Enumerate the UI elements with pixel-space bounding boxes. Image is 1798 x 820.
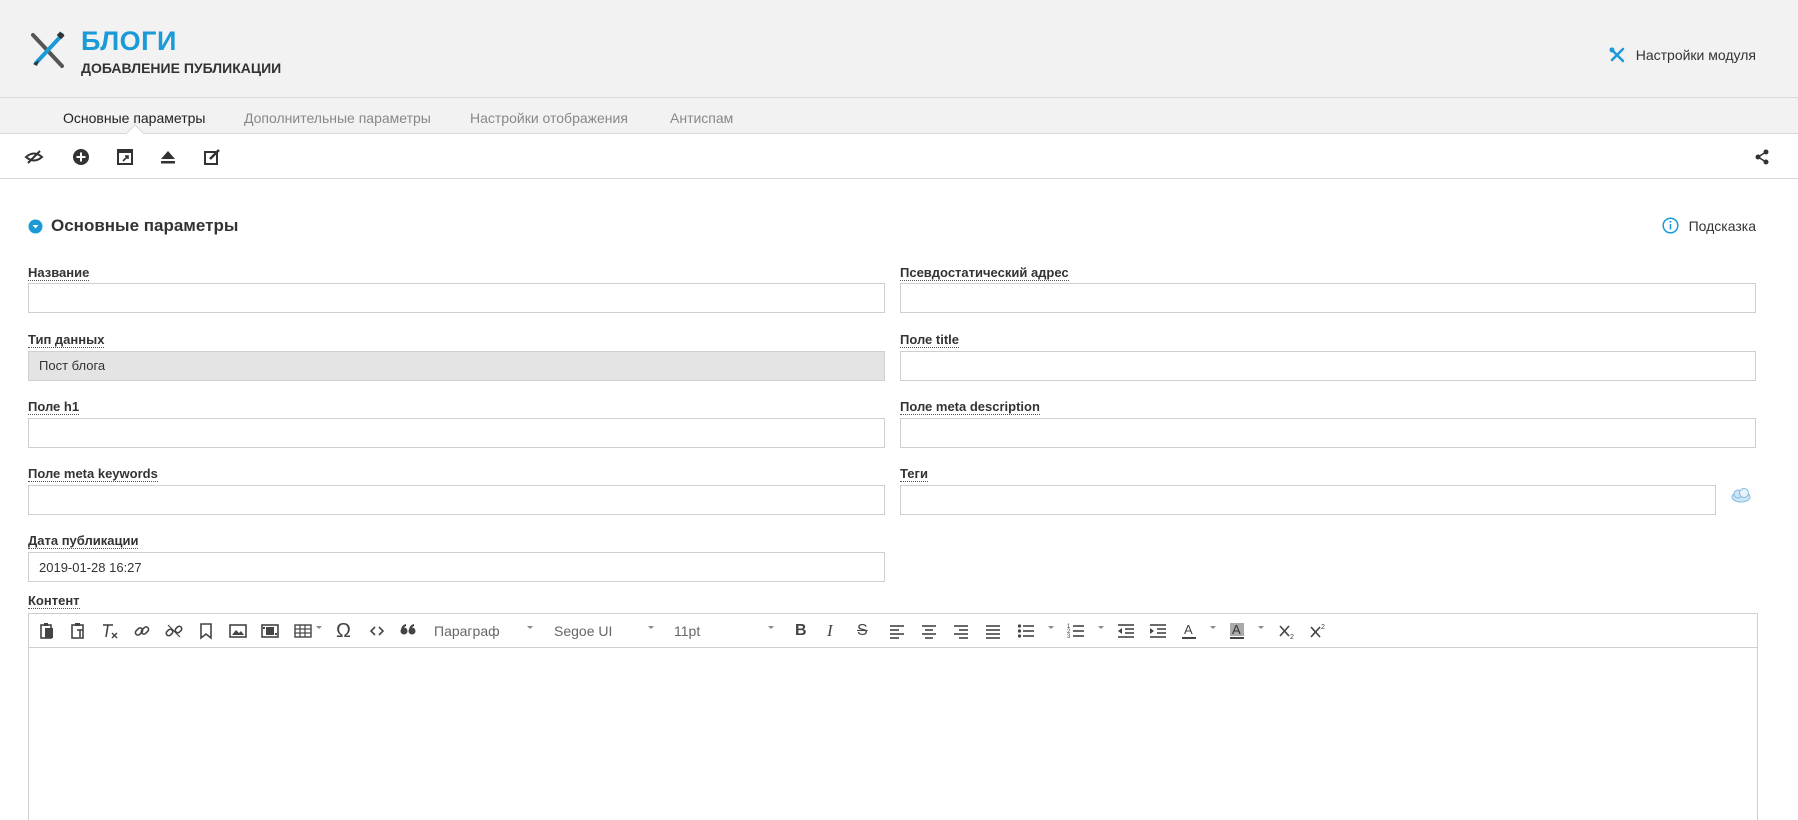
meta-description-input[interactable] xyxy=(900,418,1756,448)
open-window-icon[interactable] xyxy=(115,147,135,167)
subscript-icon[interactable]: 2 xyxy=(1279,622,1297,640)
superscript-icon[interactable]: 2 xyxy=(1310,622,1328,640)
module-settings-label: Настройки модуля xyxy=(1635,47,1756,63)
pub-date-label: Дата публикации xyxy=(28,533,139,549)
font-dropdown[interactable]: Segoe UI xyxy=(554,622,612,640)
content-label: Контент xyxy=(28,593,80,609)
size-dropdown[interactable]: 11pt xyxy=(674,622,700,640)
background-color-icon[interactable]: A xyxy=(1229,622,1245,640)
action-toolbar xyxy=(0,135,1798,179)
page-title: БЛОГИ xyxy=(81,26,177,56)
svg-text:A: A xyxy=(1184,622,1193,637)
numbered-list-icon[interactable]: 123 xyxy=(1067,622,1085,640)
paste-icon[interactable] xyxy=(39,622,55,640)
content-editor[interactable]: Ω Параграф Segoe UI 11pt B I S 123 A A 2… xyxy=(28,613,1758,820)
collapse-circle-icon[interactable] xyxy=(28,219,43,234)
align-left-icon[interactable] xyxy=(889,622,905,640)
data-type-field: Пост блога xyxy=(28,351,885,381)
meta-keywords-label: Поле meta keywords xyxy=(28,466,158,482)
eject-icon[interactable] xyxy=(158,147,178,167)
align-right-icon[interactable] xyxy=(953,622,969,640)
unlink-icon[interactable] xyxy=(165,622,183,640)
image-icon[interactable] xyxy=(229,622,247,640)
clear-format-icon[interactable] xyxy=(101,622,119,640)
outdent-icon[interactable] xyxy=(1117,622,1135,640)
format-dropdown[interactable]: Параграф xyxy=(434,622,500,640)
bullet-list-caret-icon[interactable] xyxy=(1047,623,1055,631)
bold-icon[interactable]: B xyxy=(795,622,807,640)
tab-extra-params[interactable]: Дополнительные параметры xyxy=(244,110,431,126)
text-color-caret-icon[interactable] xyxy=(1209,623,1217,631)
numbered-list-caret-icon[interactable] xyxy=(1097,623,1105,631)
special-char-icon[interactable]: Ω xyxy=(336,620,351,642)
pub-date-input[interactable] xyxy=(28,552,885,582)
svg-text:2: 2 xyxy=(1321,624,1325,631)
indent-icon[interactable] xyxy=(1149,622,1167,640)
table-dropdown-caret-icon[interactable] xyxy=(315,623,323,631)
share-icon[interactable] xyxy=(1752,147,1772,167)
background-color-caret-icon[interactable] xyxy=(1257,623,1265,631)
info-icon xyxy=(1662,217,1679,234)
tags-label: Теги xyxy=(900,466,928,482)
format-dropdown-caret-icon[interactable] xyxy=(526,623,534,631)
editor-toolbar: Ω Параграф Segoe UI 11pt B I S 123 A A 2… xyxy=(29,614,1757,648)
meta-keywords-input[interactable] xyxy=(28,485,885,515)
page-subtitle: ДОБАВЛЕНИЕ ПУБЛИКАЦИИ xyxy=(81,60,282,76)
font-dropdown-caret-icon[interactable] xyxy=(647,623,655,631)
paste-text-icon[interactable] xyxy=(70,622,86,640)
meta-description-label: Поле meta description xyxy=(900,399,1040,415)
code-icon[interactable] xyxy=(369,622,385,640)
italic-icon[interactable]: I xyxy=(827,621,833,640)
tags-input[interactable] xyxy=(900,485,1716,515)
section-header[interactable]: Основные параметры xyxy=(28,216,238,236)
svg-text:3: 3 xyxy=(1067,634,1071,640)
tab-antispam[interactable]: Антиспам xyxy=(670,110,733,126)
title-field-label: Поле title xyxy=(900,332,960,348)
section-title: Основные параметры xyxy=(51,216,239,235)
bookmark-icon[interactable] xyxy=(199,622,213,640)
size-dropdown-caret-icon[interactable] xyxy=(767,623,775,631)
hide-icon[interactable] xyxy=(24,147,44,167)
svg-text:2: 2 xyxy=(1290,634,1294,640)
tab-display-settings[interactable]: Настройки отображения xyxy=(470,110,628,126)
name-input[interactable] xyxy=(28,283,885,313)
tag-cloud-icon[interactable] xyxy=(1730,486,1752,504)
tools-icon xyxy=(1609,47,1624,63)
link-icon[interactable] xyxy=(133,622,151,640)
pseudo-address-label: Псевдостатический адрес xyxy=(900,265,1069,281)
h1-input[interactable] xyxy=(28,418,885,448)
svg-text:A: A xyxy=(1232,622,1241,637)
align-center-icon[interactable] xyxy=(921,622,937,640)
add-circle-icon[interactable] xyxy=(71,147,91,167)
pseudo-address-input[interactable] xyxy=(900,283,1756,313)
align-justify-icon[interactable] xyxy=(985,622,1001,640)
blockquote-icon[interactable] xyxy=(399,622,417,640)
tab-bar: Основные параметры Дополнительные параме… xyxy=(0,98,1798,134)
hint-button[interactable]: Подсказка xyxy=(1662,217,1756,234)
bullet-list-icon[interactable] xyxy=(1017,622,1035,640)
table-icon[interactable] xyxy=(294,622,314,640)
page-header: БЛОГИ ДОБАВЛЕНИЕ ПУБЛИКАЦИИ Настройки мо… xyxy=(0,0,1798,98)
edit-icon[interactable] xyxy=(202,147,222,167)
data-type-label: Тип данных xyxy=(28,332,105,348)
blog-logo-icon xyxy=(31,31,65,68)
module-settings-button[interactable]: Настройки модуля xyxy=(1608,46,1756,64)
hint-label: Подсказка xyxy=(1688,217,1756,234)
editor-content-area[interactable] xyxy=(29,648,1757,820)
media-icon[interactable] xyxy=(261,622,279,640)
text-color-icon[interactable]: A xyxy=(1181,622,1197,640)
strikethrough-icon[interactable]: S xyxy=(857,622,868,640)
h1-label: Поле h1 xyxy=(28,399,80,415)
title-field-input[interactable] xyxy=(900,351,1756,381)
name-label: Название xyxy=(28,265,90,281)
